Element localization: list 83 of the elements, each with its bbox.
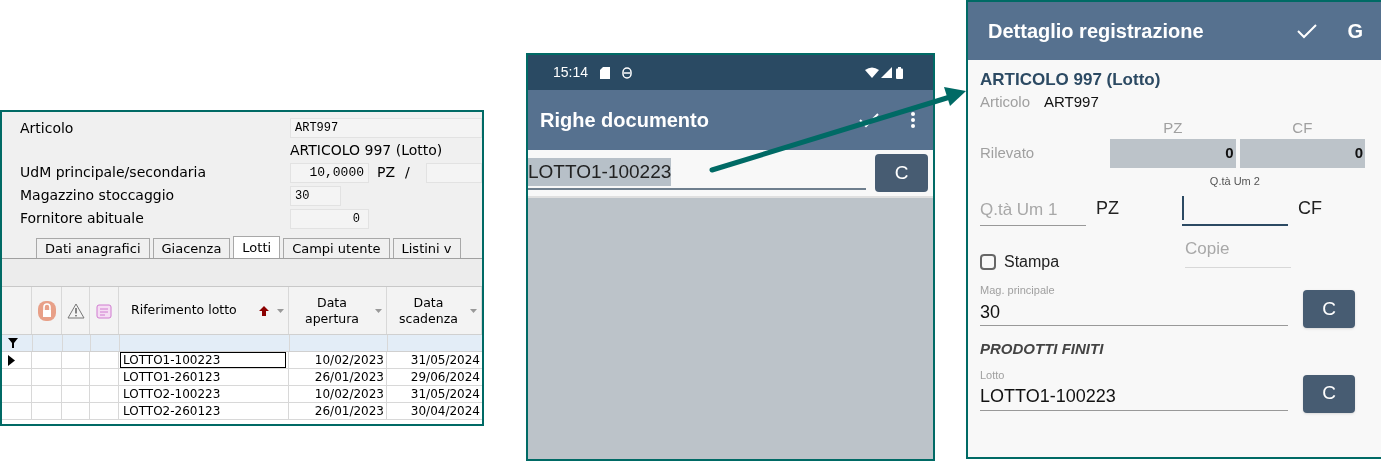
table-cell-text: 30/04/2024 — [409, 403, 481, 419]
floating-label: Lotto — [980, 367, 1006, 383]
status-time: 15:14 — [553, 63, 589, 82]
table-cell-text: LOTTO2-100223 — [122, 386, 222, 402]
table-cell: 26/01/2023 — [289, 369, 387, 385]
field-label: Articolo — [19, 118, 75, 138]
field-label: Articolo — [980, 91, 1031, 112]
table-cell: 26/01/2023 — [289, 403, 387, 419]
sd-card-icon — [600, 66, 611, 79]
notepad-icon — [96, 302, 112, 319]
table-row[interactable]: LOTTO1-100223 10/02/2023 31/05/2024 — [2, 352, 482, 369]
signal-icon — [881, 67, 892, 78]
more-icon[interactable] — [911, 112, 915, 128]
sort-arrow-icon — [259, 305, 269, 316]
clear-button[interactable]: C — [1303, 290, 1355, 328]
counted-value: 0 — [1110, 139, 1236, 168]
lock-icon — [37, 300, 56, 321]
warehouse-field[interactable]: 30 — [290, 185, 341, 206]
tab[interactable]: Campi utente — [283, 238, 390, 258]
dropdown-icon[interactable] — [277, 308, 284, 313]
field-label: Rilevato — [980, 143, 1036, 164]
clear-button[interactable]: C — [1303, 374, 1355, 413]
unit-label: PZ — [377, 163, 396, 182]
sync-icon — [622, 66, 633, 79]
column-header: Data apertura — [303, 294, 360, 327]
table-cell-text: 31/05/2024 — [409, 386, 481, 402]
column-header: Data scadenza — [398, 294, 459, 327]
filter-icon — [8, 338, 18, 348]
section-title: PRODOTTI FINITI — [980, 339, 1105, 359]
screen-title: Righe documento — [540, 108, 709, 133]
supplier-field[interactable]: 0 — [290, 208, 369, 229]
warehouse-field[interactable]: Mag. principale 30 — [980, 282, 1288, 326]
unit-header: CF — [1292, 118, 1313, 136]
table-row[interactable]: LOTTO2-260123 26/01/2023 30/04/2024 — [2, 403, 482, 420]
screen-title: Dettaglio registrazione — [988, 19, 1204, 44]
warning-icon — [66, 302, 85, 319]
table-cell: 10/02/2023 — [289, 386, 387, 402]
check-icon[interactable] — [859, 112, 879, 128]
table-cell-text: 31/05/2024 — [409, 352, 481, 368]
field-value: LOTTO1-100223 — [528, 157, 672, 186]
check-icon[interactable] — [1297, 23, 1318, 39]
dropdown-icon[interactable] — [470, 308, 477, 313]
tab[interactable]: Lotti — [233, 236, 281, 258]
clear-button[interactable]: C — [875, 154, 928, 192]
table-cell-text: LOTTO1-260123 — [122, 369, 222, 385]
table-cell: LOTTO1-100223 — [120, 352, 286, 368]
tab[interactable]: Giacenza — [152, 238, 231, 258]
tab[interactable]: Dati anagrafici — [36, 238, 150, 258]
table-row[interactable]: LOTTO2-100223 10/02/2023 31/05/2024 — [2, 386, 482, 403]
scan-field[interactable]: LOTTO1-100223 — [528, 156, 866, 190]
table-cell-text: LOTTO2-260123 — [122, 403, 222, 419]
item-title: ARTICOLO 997 (Lotto) — [980, 69, 1162, 91]
field-value: LOTTO1-100223 — [980, 385, 1117, 408]
article-code: ART997 — [1044, 91, 1099, 112]
action-button[interactable]: G — [1347, 16, 1363, 46]
field-label: UdM principale/secondaria — [19, 163, 208, 182]
placeholder: Q.tà Um 1 — [980, 198, 1058, 221]
secondary-unit-field[interactable] — [425, 162, 482, 183]
field-label: Magazzino stoccaggio — [19, 186, 176, 205]
floating-label: Mag. principale — [980, 283, 1056, 298]
field-label: Fornitore abituale — [19, 209, 145, 228]
placeholder: Copie — [1185, 238, 1230, 260]
article-description: ARTICOLO 997 (Lotto) — [290, 140, 443, 160]
article-code-field[interactable]: ART997 — [290, 118, 482, 138]
unit-label: CF — [1297, 197, 1322, 220]
column-header: Riferimento lotto — [131, 301, 237, 320]
checkbox-label: Stampa — [1004, 252, 1060, 272]
table-cell: 10/02/2023 — [289, 352, 387, 368]
checkbox[interactable] — [980, 254, 996, 270]
tab[interactable]: Listini v — [392, 238, 461, 258]
table-row[interactable]: LOTTO1-260123 26/01/2023 29/06/2024 — [2, 369, 482, 386]
unit-label: PZ — [1096, 197, 1119, 220]
lot-field[interactable]: Lotto LOTTO1-100223 — [980, 366, 1288, 411]
field-value: 30 — [980, 300, 1002, 324]
dropdown-icon[interactable] — [375, 308, 382, 313]
battery-icon — [896, 66, 903, 79]
unit-separator: / — [405, 163, 410, 182]
floating-label: Q.tà Um 2 — [1209, 174, 1260, 188]
wifi-icon — [865, 67, 879, 78]
conversion-field[interactable]: 10,0000 — [290, 162, 369, 183]
table-cell-text: 29/06/2024 — [409, 369, 481, 385]
unit-header: PZ — [1163, 118, 1183, 136]
counted-value: 0 — [1239, 139, 1365, 168]
